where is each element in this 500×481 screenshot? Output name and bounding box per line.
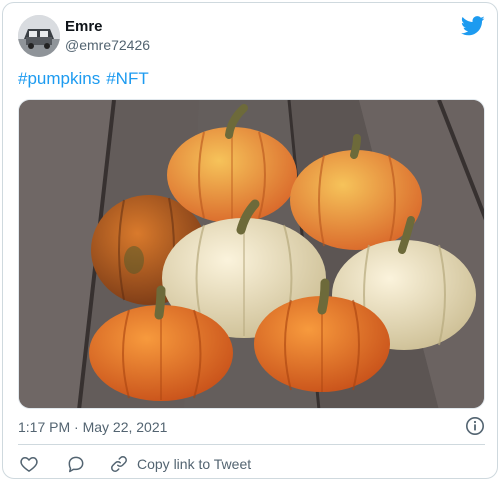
copy-link-button[interactable]: Copy link to Tweet — [109, 453, 251, 475]
author-name[interactable]: Emre — [65, 18, 103, 35]
tweet-text: #pumpkins #NFT — [18, 69, 155, 89]
heart-icon — [20, 457, 38, 472]
tweet-card[interactable]: Emre @emre72426 #pumpkins #NFT 1:17 PM ·… — [2, 2, 498, 479]
info-icon[interactable] — [465, 416, 485, 436]
author-handle[interactable]: @emre72426 — [65, 37, 150, 53]
like-button[interactable] — [19, 453, 39, 475]
tweet-photo[interactable] — [18, 99, 485, 409]
speech-bubble-icon — [68, 456, 84, 473]
avatar[interactable] — [18, 15, 60, 57]
twitter-bird-icon[interactable] — [461, 16, 485, 36]
reply-button[interactable] — [66, 453, 86, 475]
divider — [18, 444, 485, 445]
hashtag-link[interactable]: #pumpkins — [18, 69, 100, 88]
tweet-timestamp[interactable]: 1:17 PM · May 22, 2021 — [18, 419, 167, 435]
hashtag-link[interactable]: #NFT — [106, 69, 149, 88]
link-icon — [111, 456, 127, 472]
copy-link-label: Copy link to Tweet — [137, 456, 252, 472]
